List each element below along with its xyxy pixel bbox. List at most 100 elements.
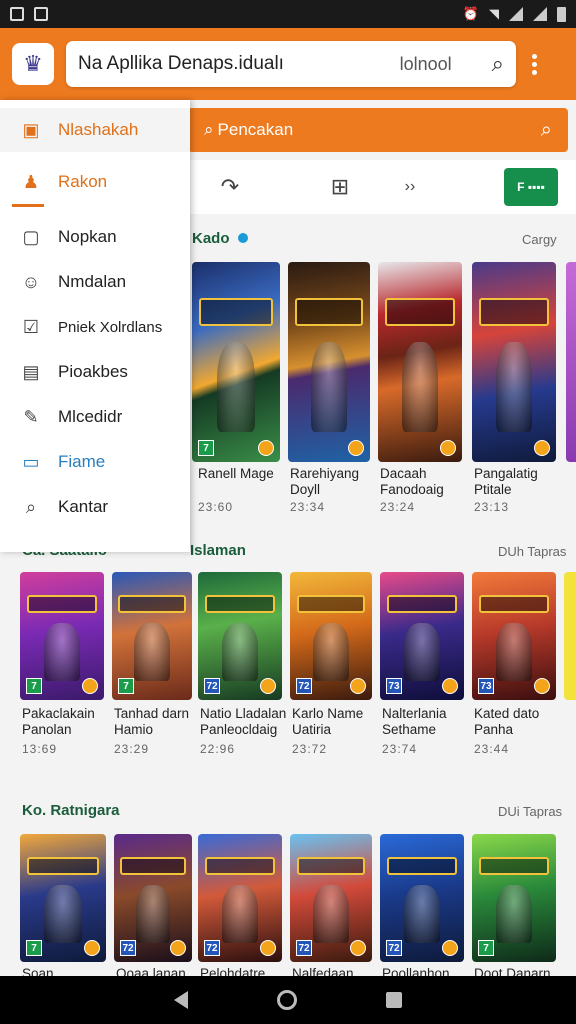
app-logo[interactable]: ♛ <box>12 43 54 85</box>
bag-icon: ▭ <box>22 451 40 472</box>
game-card[interactable]: 72 <box>198 572 282 700</box>
toolbar-row: ↷ ⊞ ›› F ▪▪▪▪ <box>190 160 576 214</box>
game-meta: 13:69 <box>22 742 58 756</box>
game-title[interactable]: Soan <box>22 966 114 976</box>
app-screen: ⏰ ◥ ♛ Na Apllika Denaps.idualı lolnool ⌕… <box>0 0 576 1024</box>
recents-icon[interactable] <box>385 992 402 1008</box>
game-card[interactable]: 7 <box>20 834 106 962</box>
game-card-partial[interactable] <box>566 262 576 462</box>
game-title[interactable]: Pangalatig Ptitale <box>474 466 566 498</box>
search-icon[interactable]: ⌕ <box>492 51 504 77</box>
drawer-item-account[interactable]: ♟ Rakon <box>0 160 190 204</box>
square-icon: ▢ <box>22 226 40 247</box>
drawer-item-header[interactable]: ▣ Nlashakah <box>0 108 190 152</box>
section-title-2-right: Islaman <box>190 542 246 559</box>
game-title[interactable]: Ooaa lanan <box>116 966 208 976</box>
wifi-icon: ◥ <box>489 6 499 21</box>
game-title[interactable]: Natio Lladalan Panleocldaig <box>200 706 292 738</box>
drawer-item-label: Nmdalan <box>58 272 127 291</box>
game-meta: 23:34 <box>290 500 326 514</box>
drawer-item-label: Fiame <box>58 452 106 471</box>
game-meta: 23:24 <box>380 500 416 514</box>
active-indicator <box>12 204 44 207</box>
section-more-link[interactable]: Cargy <box>522 232 557 247</box>
battery-icon <box>557 6 566 22</box>
game-card[interactable] <box>378 262 462 462</box>
share-icon[interactable]: ↷ <box>200 174 260 200</box>
game-title[interactable]: Pakaclakain Panolan <box>22 706 114 738</box>
search-bar[interactable]: Na Apllika Denaps.idualı lolnool ⌕ <box>66 41 516 87</box>
game-card[interactable] <box>472 262 556 462</box>
game-meta: 23:72 <box>292 742 328 756</box>
notification-icon <box>10 7 24 21</box>
signal-icon-2 <box>533 7 547 21</box>
game-title[interactable]: Nalfedaan <box>292 966 384 976</box>
drawer-item-label: Nopkan <box>58 227 117 246</box>
green-action-button[interactable]: F ▪▪▪▪ <box>504 168 558 206</box>
search-hint: lolnool <box>399 53 452 74</box>
search-icon: ⌕ <box>204 120 214 139</box>
game-card[interactable]: 72 <box>114 834 192 962</box>
drawer-item-label: Pniek Xolrdlans <box>58 318 163 336</box>
game-card[interactable]: 72 <box>290 572 372 700</box>
section-more-link[interactable]: DUi Tapras <box>498 804 562 819</box>
game-card[interactable]: 7 <box>192 262 280 462</box>
drawer-item-9[interactable]: ⌕ Kantar <box>0 485 190 529</box>
alarm-icon: ⏰ <box>462 6 479 21</box>
back-icon[interactable] <box>174 991 189 1009</box>
drawer-item-6[interactable]: ▤ Pioakbes <box>0 350 190 394</box>
game-title[interactable]: Nalterlania Sethame <box>382 706 474 738</box>
game-meta: 22:96 <box>200 742 236 756</box>
drawer-item-8[interactable]: ▭ Fiame <box>0 440 190 484</box>
calendar-icon: ▤ <box>22 361 40 382</box>
home-icon[interactable] <box>276 990 297 1010</box>
tag-icon: ▣ <box>22 119 40 140</box>
game-title[interactable]: Poollanhon <box>382 966 474 976</box>
game-card[interactable] <box>288 262 370 462</box>
drawer-item-label: Kantar <box>58 497 109 516</box>
user-outline-icon: ☺ <box>21 271 41 292</box>
checkbox-icon: ☑ <box>22 316 40 337</box>
game-card[interactable]: 72 <box>380 834 464 962</box>
drawer-item-label: Nlashakah <box>58 120 139 139</box>
filter-icon[interactable]: ⊞ <box>310 174 370 200</box>
navigation-drawer: ▣ Nlashakah ♟ Rakon ▢ Nopkan ☺ Nmdalan ☑… <box>0 100 190 552</box>
game-card[interactable]: 7 <box>112 572 192 700</box>
search-icon: ⌕ <box>25 496 37 517</box>
secondary-search-placeholder: Pencakan <box>217 120 294 139</box>
game-title[interactable]: Tanhad darn Hamio <box>114 706 206 738</box>
game-title[interactable]: Karlo Name Uatiria <box>292 706 384 738</box>
game-title[interactable]: Ranell Mage <box>198 466 290 482</box>
drawer-item-7[interactable]: ✎ Mlcedidr <box>0 395 190 439</box>
drawer-item-label: Mlcedidr <box>58 407 123 426</box>
more-menu-icon[interactable] <box>532 53 537 75</box>
game-title[interactable]: Rarehiyang Doyll <box>290 466 382 498</box>
section-title-kado: Kado <box>192 230 248 247</box>
app-bar: ♛ Na Apllika Denaps.idualı lolnool ⌕ <box>0 28 576 100</box>
game-card[interactable]: 73 <box>472 572 556 700</box>
game-meta: 23:74 <box>382 742 418 756</box>
secondary-search-bar[interactable]: ⌕ Pencakan ⌕ <box>188 108 568 152</box>
drawer-item-5[interactable]: ☑ Pniek Xolrdlans <box>0 305 190 349</box>
drawer-item-label: Rakon <box>58 172 108 191</box>
game-meta: 23:44 <box>474 742 510 756</box>
search-button-icon[interactable]: ⌕ <box>541 119 552 142</box>
section-title-3: Ko. Ratnigara <box>22 802 120 819</box>
game-card[interactable]: 73 <box>380 572 464 700</box>
game-card[interactable]: 72 <box>198 834 282 962</box>
next-icon[interactable]: ›› <box>380 178 440 196</box>
game-card-partial[interactable] <box>564 572 576 700</box>
game-title[interactable]: Doot Danarn <box>474 966 566 976</box>
image-notification-icon <box>34 7 48 21</box>
game-title[interactable]: Kated dato Panha <box>474 706 566 738</box>
game-title[interactable]: Dacaah Fanodoaig <box>380 466 472 498</box>
game-card[interactable]: 72 <box>290 834 372 962</box>
game-card[interactable]: 7 <box>20 572 104 700</box>
game-card[interactable]: 7 <box>472 834 556 962</box>
game-title[interactable]: Pelohdatre <box>200 966 292 976</box>
drawer-item-3[interactable]: ▢ Nopkan <box>0 215 190 259</box>
drawer-item-4[interactable]: ☺ Nmdalan <box>0 260 190 304</box>
section-more-link[interactable]: DUh Tapras <box>498 544 566 559</box>
status-bar: ⏰ ◥ <box>0 0 576 28</box>
search-input[interactable]: Na Apllika Denaps.idualı <box>78 53 400 75</box>
